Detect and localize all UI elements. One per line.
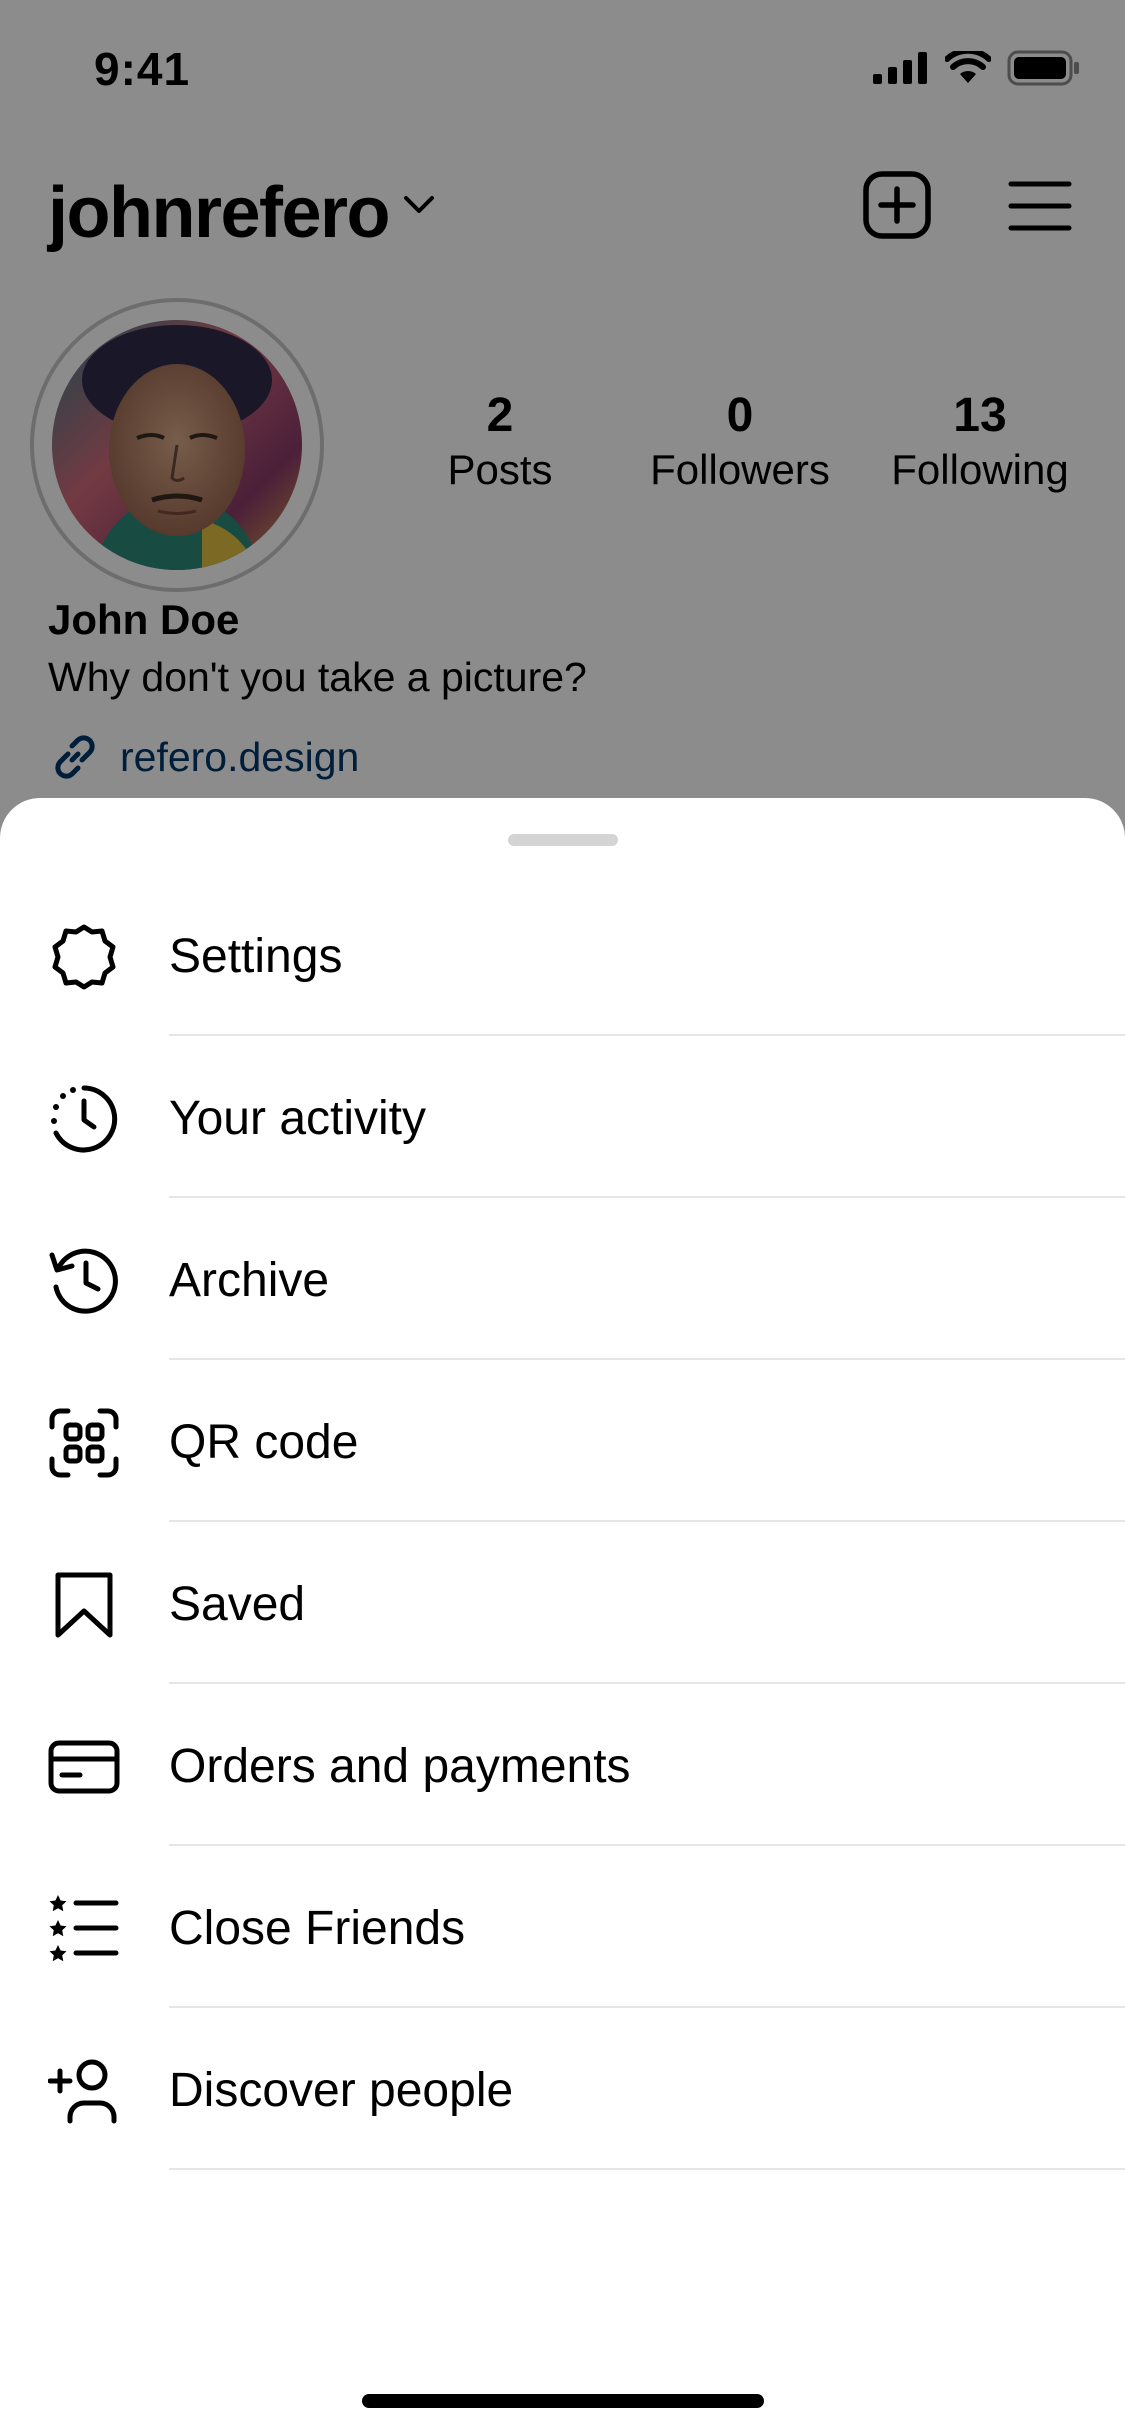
menu-item-label: Settings [169,930,343,983]
menu-item-label: Close Friends [169,1902,466,1955]
qr-code-icon [48,1407,120,1479]
menu-item-label: Orders and payments [169,1740,631,1793]
menu-item-your-activity[interactable]: Your activity [0,1036,1125,1198]
menu-item-settings[interactable]: Settings [0,874,1125,1036]
menu-item-label: Saved [169,1578,306,1631]
divider [169,2168,1125,2170]
menu-item-discover-people[interactable]: Discover people [0,2008,1125,2170]
menu-item-saved[interactable]: Saved [0,1522,1125,1684]
bookmark-icon [48,1569,120,1641]
menu-item-label: Your activity [169,1092,427,1145]
menu-item-orders-and-payments[interactable]: Orders and payments [0,1684,1125,1846]
menu-item-label: QR code [169,1416,359,1469]
archive-icon [48,1245,120,1317]
card-icon [48,1731,120,1803]
menu-item-close-friends[interactable]: Close Friends [0,1846,1125,2008]
sheet-grabber[interactable] [508,834,618,846]
menu-item-archive[interactable]: Archive [0,1198,1125,1360]
home-indicator [362,2394,764,2408]
options-bottom-sheet: Settings Your activity Archive QR code S… [0,798,1125,2436]
options-menu: Settings Your activity Archive QR code S… [0,874,1125,2170]
settings-icon [48,921,120,993]
activity-icon [48,1083,120,1155]
menu-item-label: Discover people [169,2064,514,2117]
menu-item-qr-code[interactable]: QR code [0,1360,1125,1522]
menu-item-label: Archive [169,1254,330,1307]
close-friends-list-icon [48,1893,120,1965]
add-person-icon [48,2055,120,2127]
